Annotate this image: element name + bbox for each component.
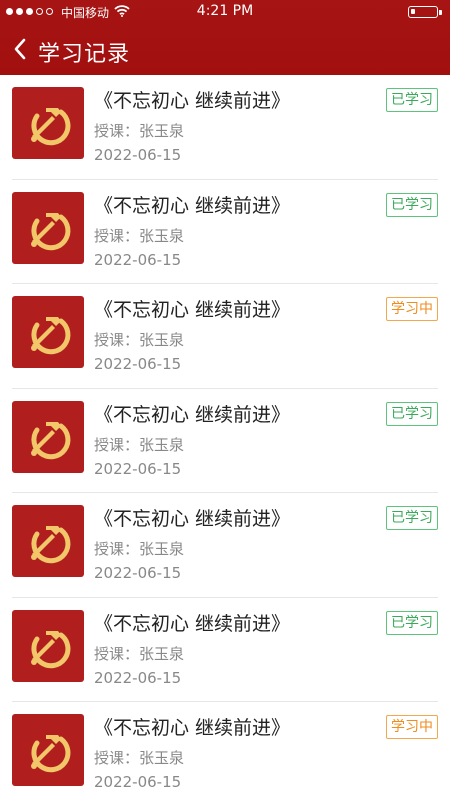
record-item[interactable]: 《不忘初心 继续前进》 授课：张玉泉 2022-06-15 已学习 bbox=[12, 180, 438, 284]
record-teacher: 授课：张玉泉 bbox=[94, 435, 185, 454]
status-badge: 已学习 bbox=[386, 506, 438, 530]
record-teacher: 授课：张玉泉 bbox=[94, 749, 185, 767]
page-title: 学习记录 bbox=[38, 42, 131, 67]
record-title: 《不忘初心 继续前进》 bbox=[94, 508, 291, 530]
record-title: 《不忘初心 继续前进》 bbox=[94, 403, 291, 426]
hammer-sickle-icon bbox=[31, 317, 71, 355]
record-thumbnail bbox=[12, 87, 84, 159]
record-title: 《不忘初心 继续前进》 bbox=[94, 299, 291, 321]
status-bar: 中国移动 4:21 PM bbox=[0, 0, 450, 26]
record-title: 《不忘初心 继续前进》 bbox=[94, 612, 291, 635]
hammer-sickle-icon bbox=[31, 735, 71, 773]
record-list: 《不忘初心 继续前进》 授课：张玉泉 2022-06-15 已学习 《不忘初心 … bbox=[0, 75, 450, 807]
status-time: 4:21 PM bbox=[196, 3, 254, 19]
record-thumbnail bbox=[12, 191, 84, 264]
app-header: 中国移动 4:21 PM 学习记录 bbox=[0, 0, 450, 75]
status-badge: 已学习 bbox=[386, 610, 438, 635]
record-item[interactable]: 《不忘初心 继续前进》 授课：张玉泉 2022-06-15 已学习 bbox=[12, 493, 438, 598]
record-date: 2022-06-15 bbox=[94, 459, 182, 478]
status-badge: 学习中 bbox=[386, 297, 438, 321]
record-teacher: 授课：张玉泉 bbox=[94, 331, 185, 349]
record-item[interactable]: 《不忘初心 继续前进》 授课：张玉泉 2022-06-15 学习中 bbox=[12, 702, 438, 807]
record-thumbnail bbox=[12, 714, 84, 786]
record-date: 2022-06-15 bbox=[94, 773, 182, 791]
hammer-sickle-icon bbox=[31, 526, 71, 564]
status-badge: 已学习 bbox=[386, 192, 438, 217]
record-item[interactable]: 《不忘初心 继续前进》 授课：张玉泉 2022-06-15 学习中 bbox=[12, 284, 438, 389]
back-button[interactable] bbox=[6, 32, 34, 66]
record-date: 2022-06-15 bbox=[94, 250, 182, 269]
record-teacher: 授课：张玉泉 bbox=[94, 644, 185, 663]
record-thumbnail bbox=[12, 400, 84, 473]
status-badge: 已学习 bbox=[386, 401, 438, 426]
record-thumbnail bbox=[12, 609, 84, 682]
hammer-sickle-icon bbox=[31, 108, 71, 146]
record-date: 2022-06-15 bbox=[94, 668, 182, 687]
battery-icon bbox=[408, 6, 442, 18]
record-item[interactable]: 《不忘初心 继续前进》 授课：张玉泉 2022-06-15 已学习 bbox=[12, 389, 438, 493]
record-item[interactable]: 《不忘初心 继续前进》 授课：张玉泉 2022-06-15 已学习 bbox=[12, 598, 438, 702]
hammer-sickle-icon bbox=[31, 630, 71, 668]
record-thumbnail bbox=[12, 505, 84, 577]
hammer-sickle-icon bbox=[31, 212, 71, 250]
record-teacher: 授课：张玉泉 bbox=[94, 226, 185, 245]
record-date: 2022-06-15 bbox=[94, 146, 182, 164]
record-date: 2022-06-15 bbox=[94, 564, 182, 582]
record-title: 《不忘初心 继续前进》 bbox=[94, 194, 291, 217]
record-title: 《不忘初心 继续前进》 bbox=[94, 717, 291, 739]
record-teacher: 授课：张玉泉 bbox=[94, 540, 185, 558]
record-teacher: 授课：张玉泉 bbox=[94, 122, 185, 140]
chevron-left-icon bbox=[14, 38, 26, 60]
record-date: 2022-06-15 bbox=[94, 355, 182, 373]
record-thumbnail bbox=[12, 296, 84, 368]
status-badge: 已学习 bbox=[386, 88, 438, 112]
hammer-sickle-icon bbox=[31, 421, 71, 459]
record-title: 《不忘初心 继续前进》 bbox=[94, 90, 291, 112]
record-item[interactable]: 《不忘初心 继续前进》 授课：张玉泉 2022-06-15 已学习 bbox=[12, 75, 438, 180]
status-badge: 学习中 bbox=[386, 715, 438, 739]
